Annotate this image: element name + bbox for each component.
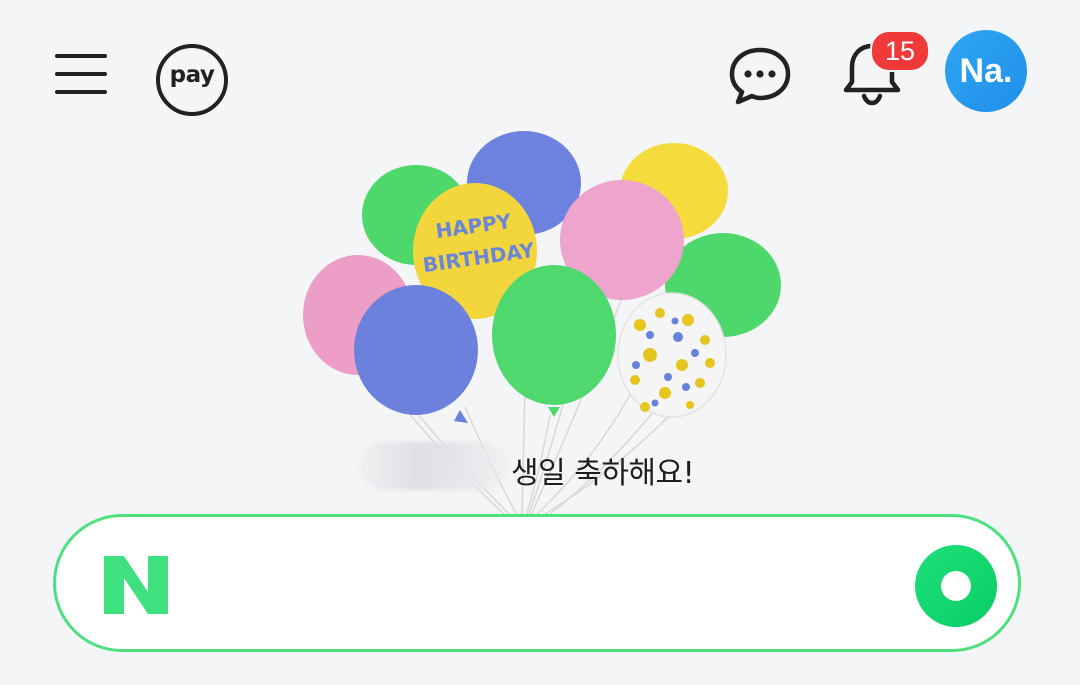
- talk-button[interactable]: [728, 44, 792, 108]
- naver-logo-icon[interactable]: [100, 554, 172, 616]
- pay-button[interactable]: pay: [156, 44, 228, 116]
- pay-label: pay: [169, 62, 215, 88]
- birthday-greeting: 생일 축하해요!: [355, 440, 735, 496]
- blurred-user-name: [359, 442, 509, 490]
- notification-count-badge: 15: [870, 30, 930, 72]
- chat-bubble-icon: [729, 47, 791, 105]
- naver-home-screen: pay 15 Na. HAPPY BIRTHDAY 생일 축하해요!: [0, 0, 1080, 685]
- profile-avatar[interactable]: Na.: [945, 30, 1027, 112]
- search-input[interactable]: [200, 548, 884, 620]
- birthday-greeting-text: 생일 축하해요!: [511, 456, 695, 491]
- green-dot-button[interactable]: [914, 544, 998, 628]
- hamburger-menu-icon: [55, 54, 107, 58]
- menu-button[interactable]: [52, 48, 110, 100]
